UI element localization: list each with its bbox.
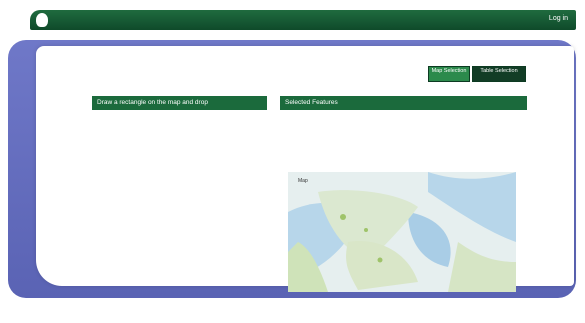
- top-navigation-bar: Log in: [30, 10, 576, 30]
- logo-icon[interactable]: [36, 13, 48, 27]
- map-label: Map: [298, 178, 308, 184]
- map-view[interactable]: [288, 172, 516, 292]
- map-canvas[interactable]: [288, 172, 516, 292]
- login-link[interactable]: Log in: [549, 15, 568, 22]
- selected-features-header: Selected Features: [280, 96, 527, 110]
- map-selection-button[interactable]: Map Selection: [428, 66, 470, 82]
- table-selection-button[interactable]: Table Selection: [472, 66, 526, 82]
- instructions-header: Draw a rectangle on the map and drop: [92, 96, 267, 110]
